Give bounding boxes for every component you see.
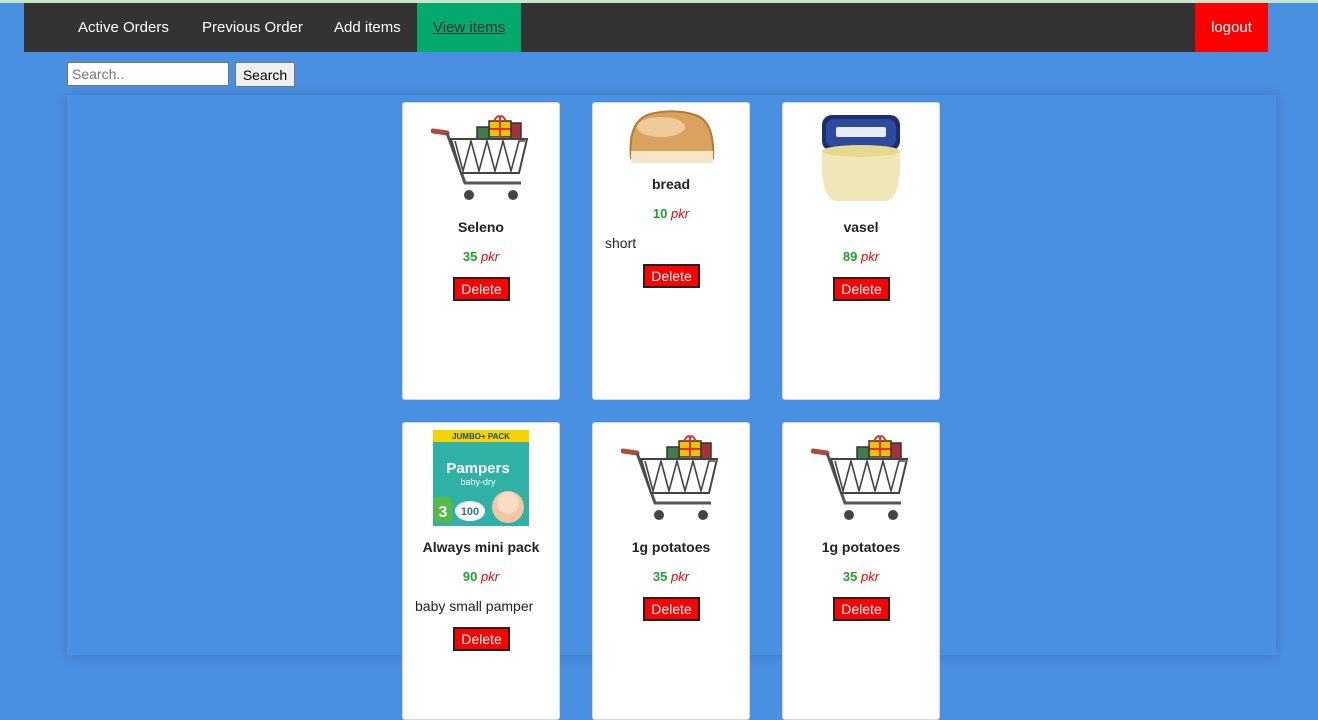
svg-text:100: 100 [461, 506, 479, 518]
delete-button[interactable]: Delete [833, 597, 890, 621]
search-button[interactable]: Search [235, 62, 295, 87]
product-price: 89 pkr [842, 249, 880, 264]
delete-button[interactable]: Delete [643, 264, 700, 288]
product-price: 35 pkr [842, 569, 880, 584]
svg-text:JUMBO+ PACK: JUMBO+ PACK [452, 432, 510, 441]
product-card: vasel 89 pkr Delete [782, 102, 940, 400]
product-card: 1g potatoes 35 pkr Delete [592, 422, 750, 720]
delete-button[interactable]: Delete [453, 277, 510, 301]
svg-text:Pampers: Pampers [446, 460, 509, 477]
nav-active-orders[interactable]: Active Orders [24, 3, 185, 52]
search-input[interactable] [67, 62, 229, 86]
nav-view-items[interactable]: View items [417, 3, 522, 52]
cart-icon [403, 111, 559, 203]
product-name: 1g potatoes [631, 539, 711, 555]
product-description: baby small pamper [415, 598, 534, 614]
product-name: bread [651, 176, 691, 192]
bread-image [593, 107, 749, 167]
cart-icon [783, 431, 939, 523]
delete-button[interactable]: Delete [643, 597, 700, 621]
nav-previous-order[interactable]: Previous Order [186, 3, 319, 52]
pampers-pack-image: JUMBO+ PACK Pampers baby-dry 3 100 [403, 429, 559, 527]
logout-button[interactable]: logout [1195, 3, 1268, 52]
delete-button[interactable]: Delete [453, 627, 510, 651]
top-navbar: Active Orders Previous Order Add items V… [24, 3, 1268, 52]
product-price: 10 pkr [652, 206, 690, 221]
product-description: short [605, 235, 637, 251]
svg-text:baby-dry: baby-dry [460, 477, 496, 487]
product-price: 90 pkr [462, 569, 500, 584]
product-name: vasel [843, 219, 879, 235]
product-name: 1g potatoes [821, 539, 901, 555]
delete-button[interactable]: Delete [833, 277, 890, 301]
vaseline-jar-image [783, 111, 939, 207]
product-price: 35 pkr [652, 569, 690, 584]
product-price: 35 pkr [462, 249, 500, 264]
product-card: bread 10 pkr short Delete [592, 102, 750, 400]
product-name: Always mini pack [422, 539, 540, 555]
product-card: JUMBO+ PACK Pampers baby-dry 3 100 Alway… [402, 422, 560, 720]
product-card: Seleno 35 pkr Delete [402, 102, 560, 400]
cart-icon [593, 431, 749, 523]
nav-add-items[interactable]: Add items [318, 3, 417, 52]
svg-text:3: 3 [439, 504, 448, 521]
product-card: 1g potatoes 35 pkr Delete [782, 422, 940, 720]
product-name: Seleno [458, 219, 504, 235]
